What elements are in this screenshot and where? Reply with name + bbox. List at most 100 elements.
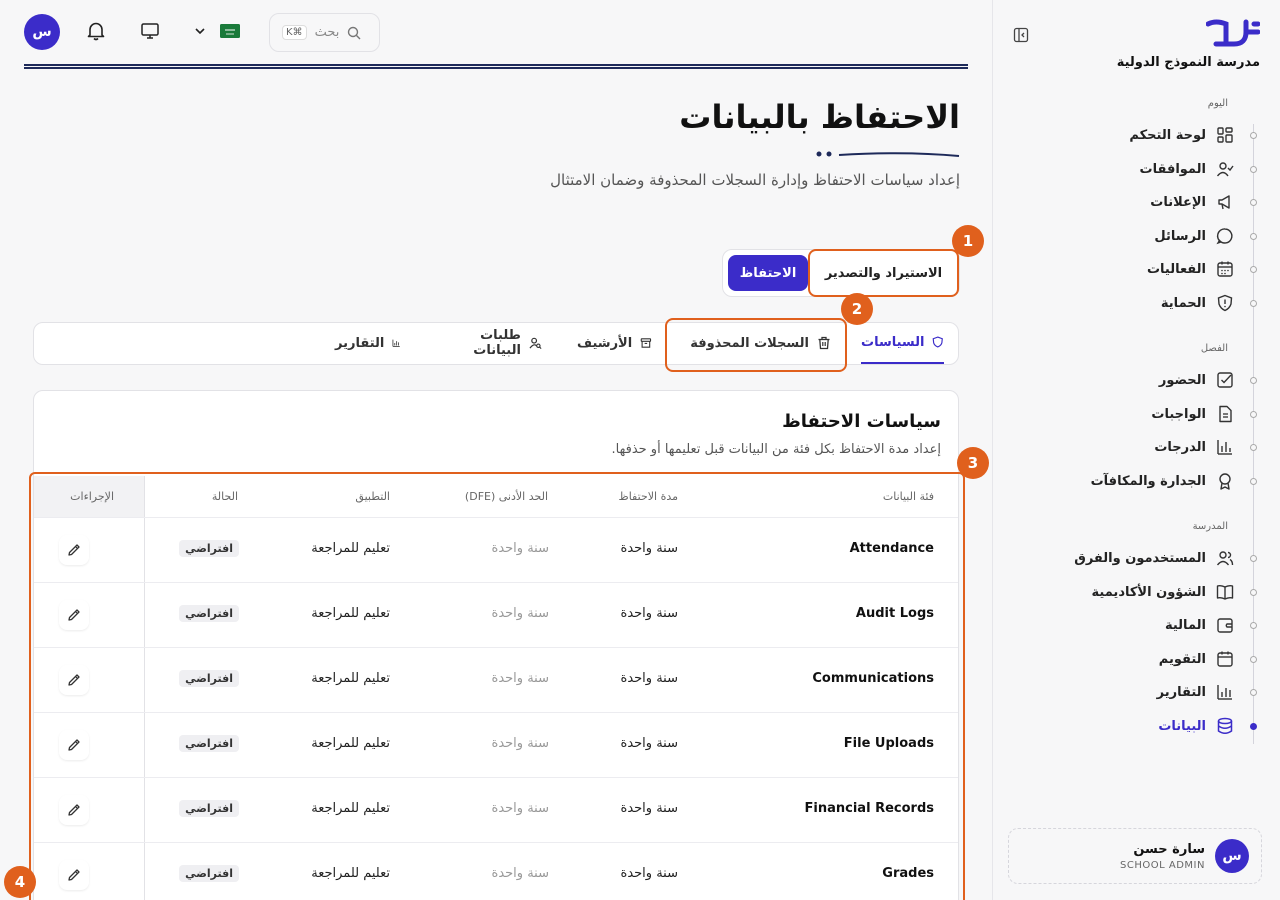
bell-icon[interactable] <box>85 20 107 42</box>
page-subtitle: إعداد سياسات الاحتفاظ وإدارة السجلات الم… <box>550 171 960 189</box>
sidebar-item-label: البيانات <box>1158 718 1206 734</box>
sidebar-item-dashboard[interactable]: لوحة التحكم <box>1020 121 1260 149</box>
sidebar-item-academics[interactable]: الشؤون الأكاديمية <box>1020 578 1260 606</box>
message-icon <box>1216 227 1234 245</box>
report-icon <box>392 339 401 347</box>
tab-import-export[interactable]: الاستيراد والتصدير <box>808 249 959 297</box>
sidebar-item-messages[interactable]: الرسائل <box>1020 222 1260 250</box>
calendar-icon <box>1216 650 1234 668</box>
search-icon <box>348 26 361 39</box>
sidebar-item-label: الفعاليات <box>1146 261 1206 277</box>
dashboard-icon <box>1216 126 1234 144</box>
sidebar-item-merits[interactable]: الجدارة والمكافآت <box>1020 467 1260 495</box>
user-name: سارة حسن <box>1133 841 1205 857</box>
sidebar-item-label: الجدارة والمكافآت <box>1090 473 1206 489</box>
subtab-data-requests[interactable]: طلبات البيانات <box>434 322 542 364</box>
avatar: س <box>1215 839 1249 873</box>
school-name: مدرسة النموذج الدولية <box>1116 55 1260 70</box>
sidebar-item-label: الشؤون الأكاديمية <box>1091 584 1206 600</box>
sidebar-item-approvals[interactable]: الموافقات <box>1020 155 1260 183</box>
rail-dot <box>1250 622 1257 629</box>
subtab-reports[interactable]: التقارير <box>335 322 401 364</box>
rail-dot <box>1250 444 1257 451</box>
user-check-icon <box>1216 160 1234 178</box>
rail-dot <box>1250 166 1257 173</box>
card-subtitle: إعداد مدة الاحتفاظ بكل فئة من البيانات ق… <box>611 442 941 457</box>
subtab-label: طلبات البيانات <box>473 328 521 358</box>
checkbox-icon <box>1216 371 1234 389</box>
callout-badge: 4 <box>4 866 36 898</box>
database-icon <box>1216 717 1234 735</box>
shortcut-hint: K⌘ <box>282 25 307 40</box>
megaphone-icon <box>1216 193 1234 211</box>
sidebar-item-label: الموافقات <box>1139 161 1206 177</box>
sidebar-item-label: المستخدمون والفرق <box>1074 550 1206 566</box>
shield-icon <box>933 336 944 348</box>
rail-dot <box>1250 589 1257 596</box>
sidebar-item-label: الواجبات <box>1151 406 1206 422</box>
award-icon <box>1216 472 1234 490</box>
sidebar-item-calendar[interactable]: التقويم <box>1020 645 1260 673</box>
rail-dot <box>1250 689 1257 696</box>
nav-group-today: اليوم <box>1207 98 1228 109</box>
users-icon <box>1216 549 1234 567</box>
rail-dot-active <box>1250 723 1257 730</box>
rail-dot <box>1250 266 1257 273</box>
subtab-label: الأرشيف <box>577 335 633 351</box>
search-placeholder: بحث <box>314 25 340 40</box>
rail-dot <box>1250 377 1257 384</box>
subtab-label: التقارير <box>335 335 385 351</box>
nav-group-school: المدرسة <box>1192 521 1228 532</box>
sidebar-item-finance[interactable]: المالية <box>1020 611 1260 639</box>
sidebar-item-label: الحماية <box>1160 295 1206 311</box>
sidebar-item-reports[interactable]: التقارير <box>1020 678 1260 706</box>
sidebar-item-label: المالية <box>1164 617 1206 633</box>
sidebar-item-safeguarding[interactable]: الحماية <box>1020 289 1260 317</box>
monitor-icon[interactable] <box>139 20 161 42</box>
header-divider <box>24 64 968 69</box>
sidebar-item-label: التقارير <box>1156 684 1206 700</box>
sidebar-item-data[interactable]: البيانات <box>1020 712 1260 740</box>
wallet-icon <box>1216 616 1234 634</box>
page-title: الاحتفاظ بالبيانات <box>679 98 960 136</box>
rail-dot <box>1250 478 1257 485</box>
rail-dot <box>1250 300 1257 307</box>
nav-group-class: الفصل <box>1200 343 1228 354</box>
sidebar-item-events[interactable]: الفعاليات <box>1020 255 1260 283</box>
subtab-archive[interactable]: الأرشيف <box>577 322 652 364</box>
rail-dot <box>1250 199 1257 206</box>
sidebar-item-users[interactable]: المستخدمون والفرق <box>1020 544 1260 572</box>
search-input[interactable]: K⌘ بحث <box>269 13 380 52</box>
table-highlight <box>29 472 965 900</box>
document-icon <box>1216 405 1234 423</box>
tab-retention[interactable]: الاحتفاظ <box>728 255 808 291</box>
user-card[interactable]: س سارة حسن SCHOOL ADMIN <box>1008 828 1262 884</box>
sidebar-item-homework[interactable]: الواجبات <box>1020 400 1260 428</box>
sidebar-item-grades[interactable]: الدرجات <box>1020 433 1260 461</box>
saudi-flag-icon[interactable] <box>220 24 240 38</box>
callout-badge: 2 <box>841 293 873 325</box>
book-icon <box>1216 583 1234 601</box>
chevron-down-icon[interactable] <box>193 20 207 42</box>
rail-dot <box>1250 411 1257 418</box>
bar-chart-icon <box>1216 438 1234 456</box>
subtab-highlight <box>665 318 847 372</box>
rail-dot <box>1250 656 1257 663</box>
school-logo <box>1206 19 1260 47</box>
rail-dot <box>1250 233 1257 240</box>
card-title: سياسات الاحتفاظ <box>782 411 941 432</box>
user-role: SCHOOL ADMIN <box>1120 859 1205 871</box>
archive-icon <box>640 338 652 348</box>
sidebar-item-label: الدرجات <box>1154 439 1206 455</box>
sidebar-item-label: التقويم <box>1158 651 1206 667</box>
sidebar-item-label: الإعلانات <box>1150 194 1206 210</box>
title-underline <box>816 151 960 157</box>
subtab-policies[interactable]: السياسات <box>861 322 944 364</box>
profile-avatar-button[interactable]: س <box>24 14 60 50</box>
collapse-sidebar-icon[interactable] <box>1013 27 1029 43</box>
sidebar-item-label: الرسائل <box>1154 228 1206 244</box>
user-search-icon <box>529 337 542 350</box>
sidebar-item-attendance[interactable]: الحضور <box>1020 366 1260 394</box>
shield-alert-icon <box>1216 294 1234 312</box>
sidebar-item-announcements[interactable]: الإعلانات <box>1020 188 1260 216</box>
